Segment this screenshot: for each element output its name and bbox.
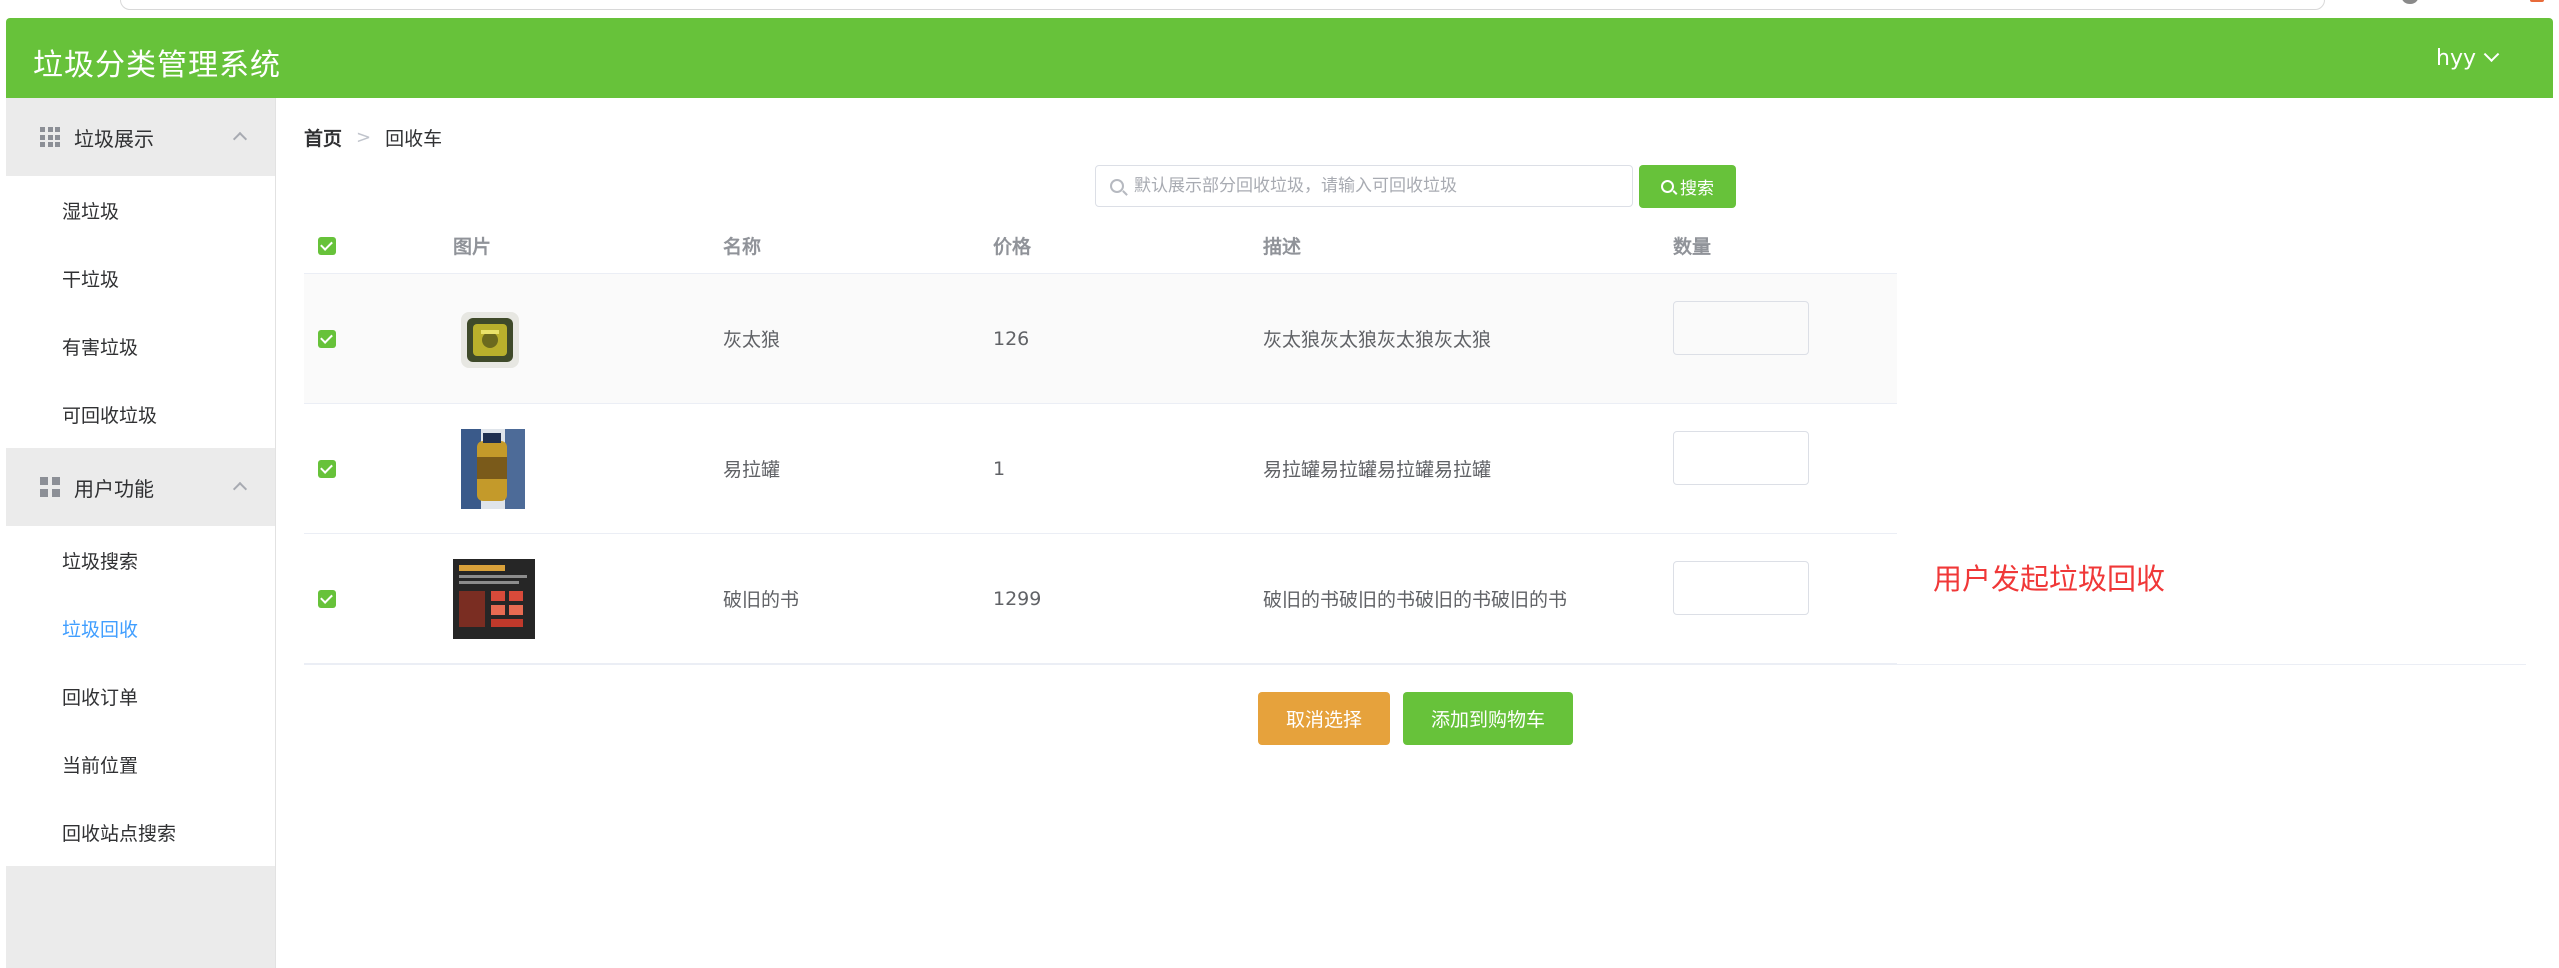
add-to-cart-button[interactable]: 添加到购物车: [1403, 692, 1573, 745]
row-desc: 破旧的书破旧的书破旧的书破旧的书: [1263, 589, 1568, 611]
sidebar-item-recycle-orders[interactable]: 回收订单: [6, 662, 275, 730]
row-name: 破旧的书: [723, 589, 800, 611]
row-name: 易拉罐: [723, 459, 781, 481]
row-checkbox[interactable]: [318, 589, 336, 608]
row-name: 灰太狼: [723, 329, 781, 351]
submenu-garbage-display: 湿垃圾 干垃圾 有害垃圾 可回收垃圾: [6, 176, 275, 448]
row-price: 1299: [993, 587, 1042, 610]
browser-top-strip: [0, 0, 2559, 18]
search-input[interactable]: [1134, 176, 1614, 196]
header-qty: 数量: [1673, 236, 1712, 258]
row-price: 1: [993, 457, 1006, 480]
quantity-input[interactable]: [1673, 300, 1809, 355]
breadcrumb-separator-icon: >: [356, 127, 372, 148]
search-field[interactable]: [1095, 165, 1633, 207]
table-row: 破旧的书 1299 破旧的书破旧的书破旧的书破旧的书: [304, 534, 1897, 664]
breadcrumb-home[interactable]: 首页: [304, 124, 342, 151]
menu-group-garbage-display[interactable]: 垃圾展示: [6, 98, 275, 176]
row-desc: 易拉罐易拉罐易拉罐易拉罐: [1263, 459, 1492, 481]
header-price: 价格: [993, 236, 1032, 258]
chevron-down-icon: [2483, 46, 2500, 63]
user-menu[interactable]: hyy: [2436, 46, 2500, 71]
extension-icon[interactable]: [2530, 0, 2544, 2]
search-button[interactable]: 搜索: [1639, 165, 1736, 208]
select-all-checkbox[interactable]: [318, 236, 336, 255]
row-desc: 灰太狼灰太狼灰太狼灰太狼: [1263, 329, 1492, 351]
apps-icon: [40, 477, 60, 497]
sidebar-item-garbage-search[interactable]: 垃圾搜索: [6, 526, 275, 594]
address-bar[interactable]: [120, 0, 2325, 10]
table-row: 灰太狼 126 灰太狼灰太狼灰太狼灰太狼: [304, 274, 1897, 404]
header-name: 名称: [723, 236, 762, 258]
product-thumbnail: [461, 428, 525, 509]
sidebar-item-station-search[interactable]: 回收站点搜索: [6, 798, 275, 866]
sidebar-item-current-location[interactable]: 当前位置: [6, 730, 275, 798]
main-content: 首页 > 回收车 搜索 图片 名称 价格 描述 数量: [277, 98, 2553, 968]
header-image: 图片: [453, 236, 492, 258]
breadcrumb-current: 回收车: [385, 128, 443, 150]
product-thumbnail: [453, 558, 535, 639]
profile-icon[interactable]: [2402, 0, 2418, 4]
chevron-up-icon: [232, 131, 248, 147]
search-icon: [1110, 179, 1124, 193]
row-checkbox[interactable]: [318, 459, 336, 478]
header-desc: 描述: [1263, 236, 1302, 258]
sidebar-item-hazardous-garbage[interactable]: 有害垃圾: [6, 312, 275, 380]
chevron-up-icon: [232, 481, 248, 497]
search-button-label: 搜索: [1680, 179, 1714, 199]
annotation-text: 用户发起垃圾回收: [1933, 562, 2166, 596]
quantity-input[interactable]: [1673, 430, 1809, 485]
table-header: 图片 名称 价格 描述 数量: [304, 218, 1897, 274]
row-price: 126: [993, 327, 1030, 350]
menu-group-label: 用户功能: [74, 476, 154, 501]
submenu-user-functions: 垃圾搜索 垃圾回收 回收订单 当前位置 回收站点搜索: [6, 526, 275, 866]
sidebar-item-recyclable-garbage[interactable]: 可回收垃圾: [6, 380, 275, 448]
menu-group-user-functions[interactable]: 用户功能: [6, 448, 275, 526]
product-thumbnail: [461, 311, 519, 368]
breadcrumb: 首页 > 回收车: [304, 124, 442, 151]
username: hyy: [2436, 46, 2476, 71]
grid-icon: [40, 127, 60, 147]
search-icon: [1661, 180, 1674, 193]
sidebar: 垃圾展示 湿垃圾 干垃圾 有害垃圾 可回收垃圾 用户功能 垃圾搜索 垃圾回收 回…: [6, 98, 276, 968]
app-title: 垃圾分类管理系统: [33, 48, 281, 83]
cart-table: 图片 名称 价格 描述 数量 灰太狼 126 灰太狼灰太狼灰太狼灰太狼 易拉罐 …: [304, 218, 2526, 664]
sidebar-item-garbage-recycle[interactable]: 垃圾回收: [6, 594, 275, 662]
app-header: 垃圾分类管理系统 hyy: [6, 18, 2553, 98]
cancel-selection-button[interactable]: 取消选择: [1258, 692, 1390, 745]
sidebar-item-wet-garbage[interactable]: 湿垃圾: [6, 176, 275, 244]
menu-group-label: 垃圾展示: [74, 126, 154, 151]
row-checkbox[interactable]: [318, 329, 336, 348]
table-bottom-divider: [304, 664, 2526, 665]
table-row: 易拉罐 1 易拉罐易拉罐易拉罐易拉罐: [304, 404, 1897, 534]
quantity-input[interactable]: [1673, 560, 1809, 615]
sidebar-item-dry-garbage[interactable]: 干垃圾: [6, 244, 275, 312]
